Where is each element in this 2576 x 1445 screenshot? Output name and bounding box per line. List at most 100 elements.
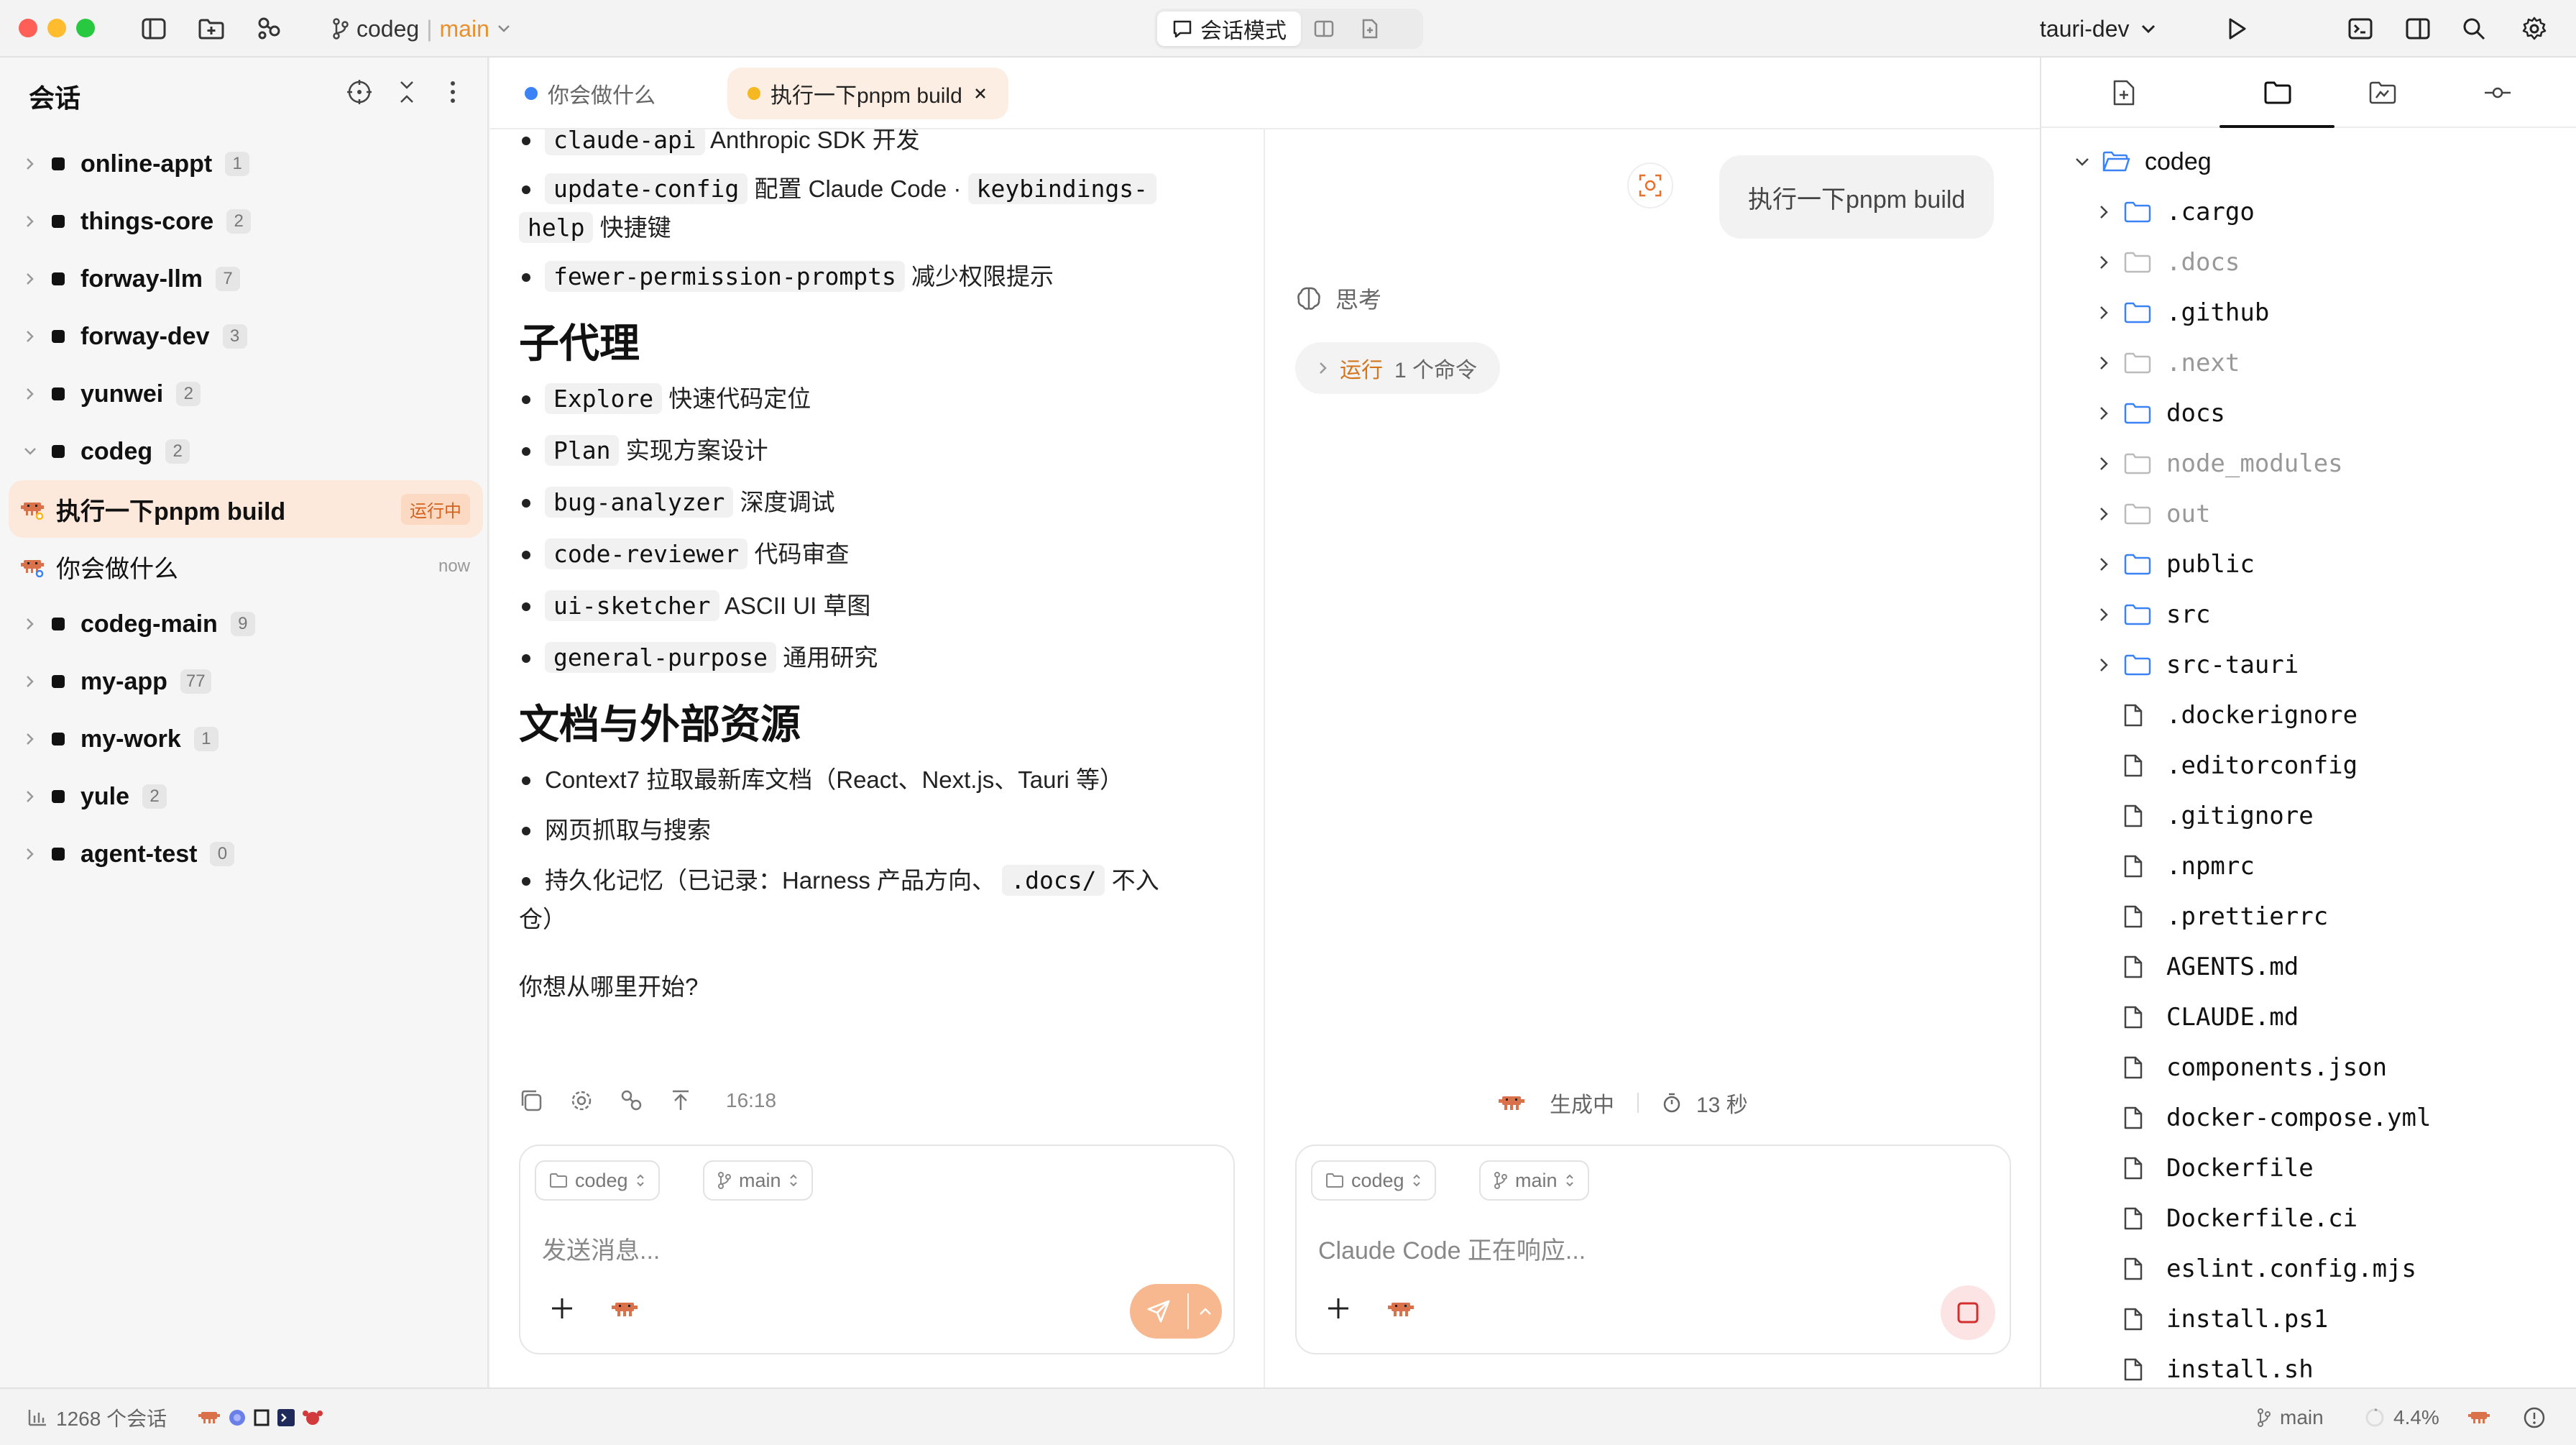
tree-folder-item[interactable]: docs: [2063, 388, 2566, 439]
settings-button[interactable]: [2518, 13, 2550, 45]
add-attachment-icon[interactable]: [548, 1294, 576, 1323]
tree-file-item[interactable]: CLAUDE.md: [2063, 992, 2566, 1042]
project-selector[interactable]: codeg: [535, 1160, 660, 1201]
tab-files[interactable]: [2261, 76, 2294, 109]
tree-file-item[interactable]: eslint.config.mjs: [2063, 1244, 2566, 1294]
status-branch[interactable]: main: [2257, 1402, 2324, 1433]
close-window-button[interactable]: [19, 19, 37, 37]
tree-file-item[interactable]: .gitignore: [2063, 791, 2566, 841]
tree-file-item[interactable]: AGENTS.md: [2063, 942, 2566, 992]
project-group-forway-dev[interactable]: forway-dev 3: [9, 308, 483, 365]
focus-icon: [1639, 174, 1662, 197]
tree-folder-item[interactable]: public: [2063, 539, 2566, 590]
file-icon: [2123, 1307, 2159, 1331]
minimize-window-button[interactable]: [47, 19, 66, 37]
tree-folder-item-ignored[interactable]: .next: [2063, 338, 2566, 388]
tree-file-item[interactable]: docker-compose.yml: [2063, 1093, 2566, 1143]
scroll-top-icon[interactable]: [670, 1088, 691, 1113]
run-target-selector[interactable]: tauri-dev: [2040, 13, 2157, 45]
tab-git-commits[interactable]: [2481, 76, 2514, 109]
sidebar-more-button[interactable]: [437, 76, 469, 108]
tree-root-folder[interactable]: codeg: [2063, 137, 2566, 187]
terminal-button[interactable]: [2345, 13, 2376, 45]
info-button[interactable]: [2523, 1402, 2546, 1433]
gear-icon[interactable]: [569, 1088, 594, 1113]
file-icon: [2123, 1055, 2159, 1080]
project-name: my-app: [80, 667, 167, 695]
branch-selector[interactable]: main: [1479, 1160, 1589, 1201]
tree-file-item[interactable]: components.json: [2063, 1042, 2566, 1093]
repo-branch-selector[interactable]: codeg | main: [332, 13, 511, 45]
send-icon: [1147, 1300, 1170, 1323]
project-selector[interactable]: codeg: [1311, 1160, 1436, 1201]
session-stats[interactable]: 1268 个会话: [27, 1402, 167, 1433]
tab-open-folder[interactable]: [2366, 76, 2399, 109]
tree-file-item[interactable]: .npmrc: [2063, 841, 2566, 891]
send-options-button[interactable]: [1189, 1284, 1222, 1339]
close-tab-icon[interactable]: [972, 86, 988, 101]
project-group-my-work[interactable]: my-work 1: [9, 710, 483, 768]
tree-folder-item-ignored[interactable]: out: [2063, 489, 2566, 539]
tree-folder-item-ignored[interactable]: node_modules: [2063, 439, 2566, 489]
inline-code: .docs/: [1002, 865, 1105, 896]
claude-pet-icon[interactable]: [610, 1298, 640, 1320]
chevron-right-icon: [2084, 204, 2123, 220]
tree-file-item[interactable]: .dockerignore: [2063, 690, 2566, 740]
project-group-codeg[interactable]: codeg 2: [9, 423, 483, 480]
pet-status[interactable]: [2467, 1402, 2491, 1433]
tree-item-label: .next: [2166, 349, 2240, 377]
zoom-window-button[interactable]: [76, 19, 95, 37]
chat-mode-button[interactable]: 会话模式: [1157, 12, 1301, 46]
sidebar-toggle-icon[interactable]: [138, 13, 170, 45]
copy-icon[interactable]: [519, 1088, 543, 1113]
session-item[interactable]: 你会做什么 now: [9, 538, 483, 595]
add-attachment-icon[interactable]: [1324, 1294, 1353, 1323]
project-group-online-appt[interactable]: online-appt 1: [9, 135, 483, 193]
message-input[interactable]: 发送消息...: [542, 1231, 660, 1266]
message-input[interactable]: Claude Code 正在响应...: [1318, 1231, 1586, 1266]
tab-session-1[interactable]: 你会做什么: [505, 68, 676, 119]
focus-session-button[interactable]: [1627, 162, 1673, 208]
locate-session-button[interactable]: [344, 76, 375, 108]
tree-folder-item[interactable]: src-tauri: [2063, 640, 2566, 690]
session-item-active[interactable]: 执行一下pnpm build 运行中: [9, 480, 483, 538]
search-button[interactable]: [2458, 13, 2490, 45]
tree-folder-item[interactable]: .github: [2063, 288, 2566, 338]
project-group-yule[interactable]: yule 2: [9, 768, 483, 825]
tree-file-item[interactable]: .editorconfig: [2063, 740, 2566, 791]
project-group-agent-test[interactable]: agent-test 0: [9, 825, 483, 883]
project-group-things-core[interactable]: things-core 2: [9, 193, 483, 250]
claude-pet-icon[interactable]: [1386, 1298, 1416, 1320]
stop-button[interactable]: [1941, 1285, 1995, 1340]
thinking-indicator[interactable]: 思考: [1295, 282, 1381, 315]
run-command-chip[interactable]: 运行 1 个命令: [1295, 342, 1501, 394]
tab-changes[interactable]: [2107, 76, 2140, 109]
tree-file-item[interactable]: Dockerfile: [2063, 1143, 2566, 1193]
new-folder-icon[interactable]: [196, 13, 227, 45]
tree-files: .dockerignore .editorconfig .gitignore .npm…: [2063, 690, 2566, 1395]
assistant-message: claude-api Anthropic SDK 开发 update-confi…: [519, 129, 1238, 1006]
project-group-codeg-main[interactable]: codeg-main 9: [9, 595, 483, 653]
collapse-all-button[interactable]: [391, 76, 423, 108]
tree-file-item[interactable]: .prettierrc: [2063, 891, 2566, 942]
right-panel-toggle[interactable]: [2402, 13, 2434, 45]
tree-folder-item[interactable]: src: [2063, 590, 2566, 640]
project-group-my-app[interactable]: my-app 77: [9, 653, 483, 710]
tree-folder-item-ignored[interactable]: .docs: [2063, 237, 2566, 288]
tree-folder-item[interactable]: .cargo: [2063, 187, 2566, 237]
branch-selector[interactable]: main: [703, 1160, 813, 1201]
agents-icon[interactable]: [253, 13, 285, 45]
run-button[interactable]: [2221, 13, 2253, 45]
project-group-forway-llm[interactable]: forway-llm 7: [9, 250, 483, 308]
split-view-button[interactable]: [1301, 12, 1347, 46]
fork-icon[interactable]: [620, 1088, 644, 1113]
send-button[interactable]: [1130, 1284, 1187, 1339]
tree-file-item[interactable]: Dockerfile.ci: [2063, 1193, 2566, 1244]
inline-code: Plan: [545, 435, 620, 466]
tree-item-label: src-tauri: [2166, 651, 2299, 679]
tab-session-2[interactable]: 执行一下pnpm build: [727, 68, 1008, 119]
tree-file-item[interactable]: install.ps1: [2063, 1294, 2566, 1344]
context-usage[interactable]: 4.4%: [2365, 1402, 2439, 1433]
project-group-yunwei[interactable]: yunwei 2: [9, 365, 483, 423]
file-diff-button[interactable]: [1347, 12, 1393, 46]
